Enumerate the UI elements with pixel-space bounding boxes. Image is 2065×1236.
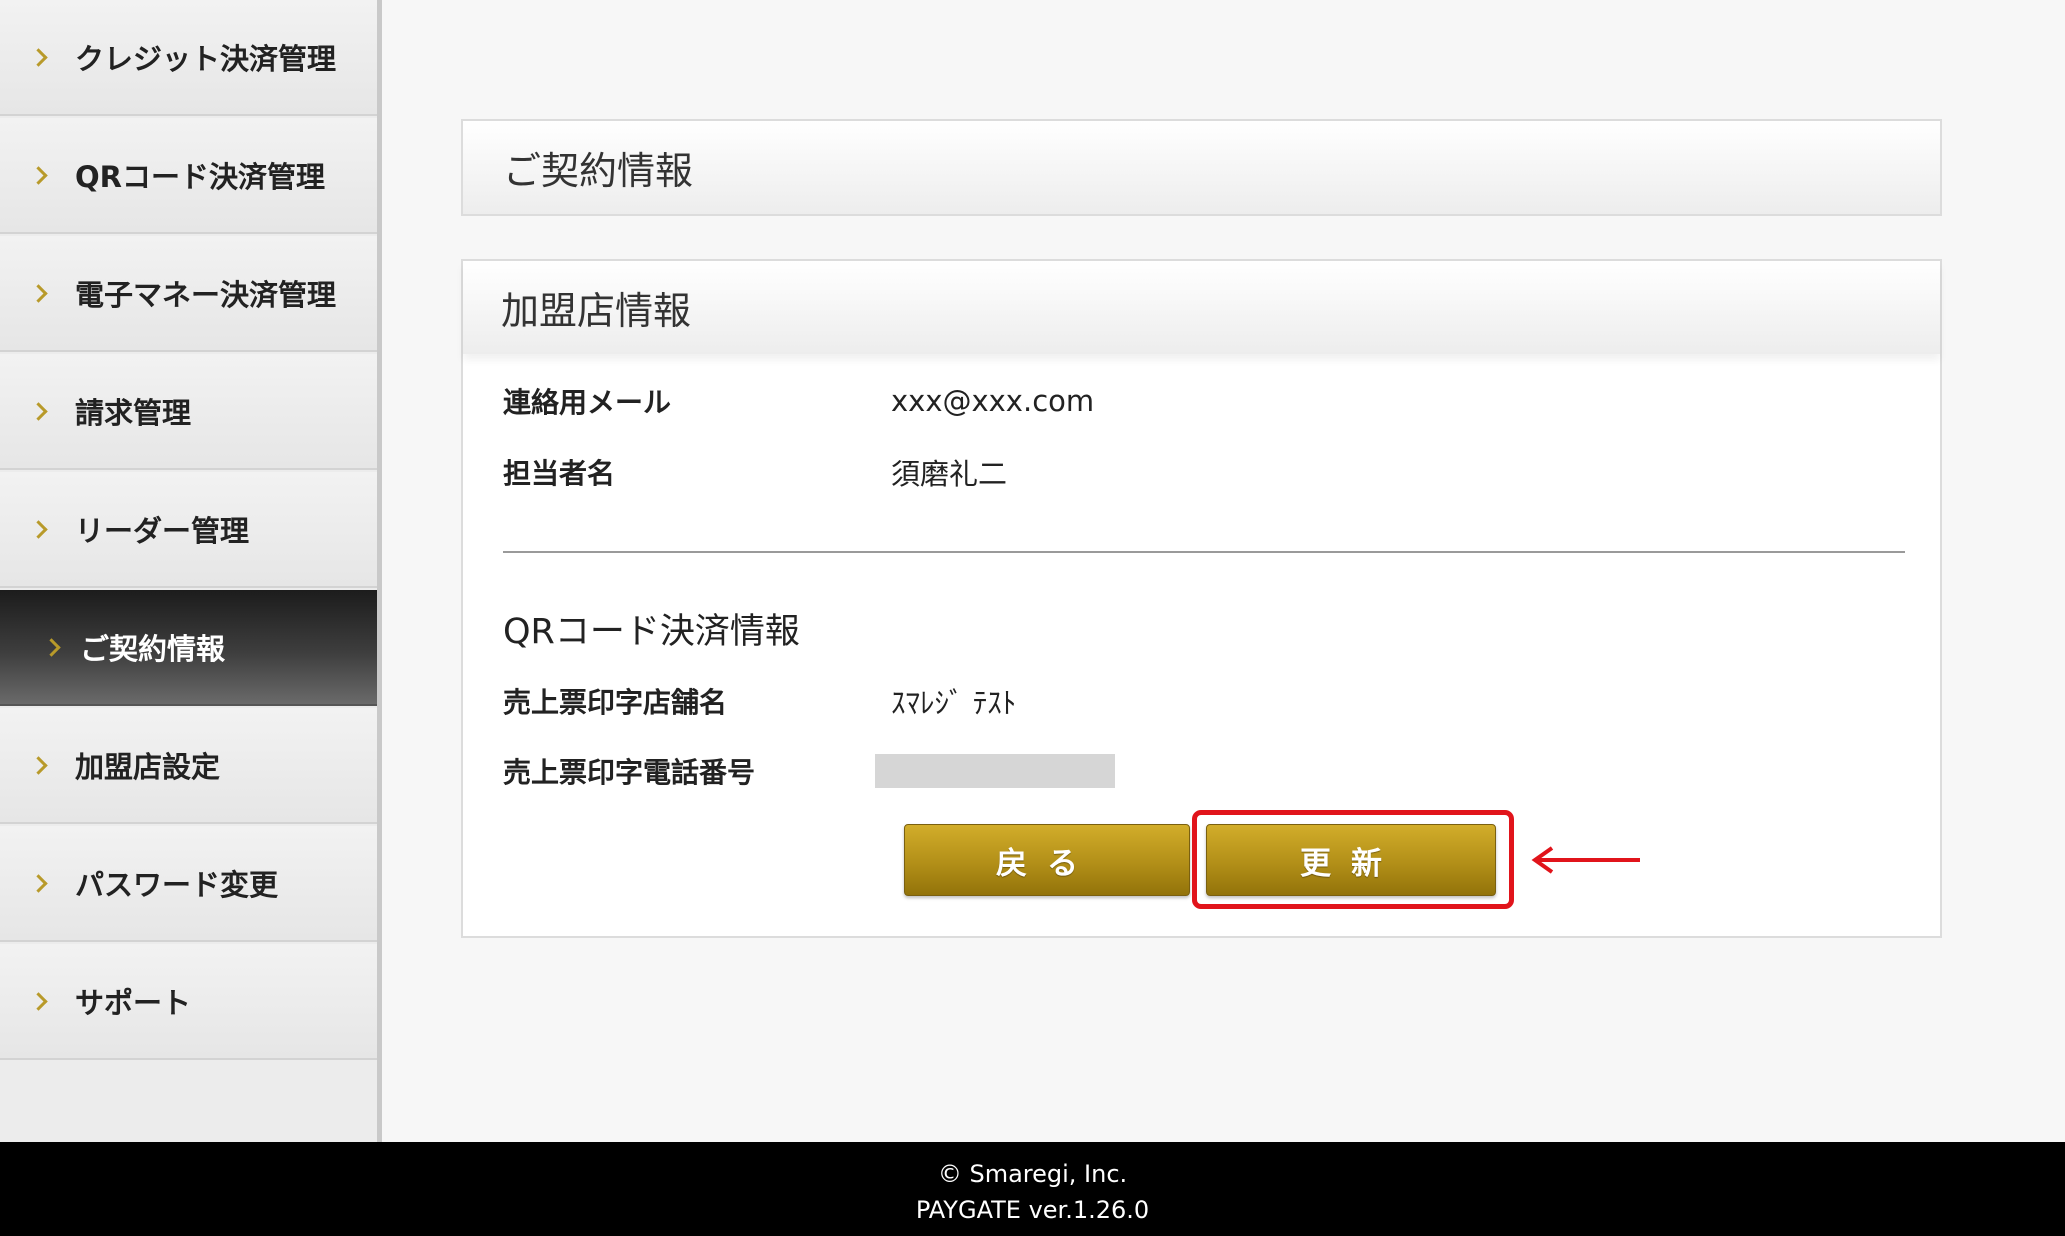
contact-email-row: 連絡用メール xxx@xxx.com	[503, 381, 1094, 421]
sidebar-item-qr-payment[interactable]: QRコード決済管理	[0, 118, 377, 234]
contract-info-panel: ご契約情報	[461, 119, 1942, 216]
sidebar-item-billing[interactable]: 請求管理	[0, 354, 377, 470]
sidebar-item-label: QRコード決済管理	[75, 160, 325, 194]
sidebar-item-label: クレジット決済管理	[75, 42, 337, 76]
field-label: 売上票印字電話番号	[503, 756, 756, 789]
panel-title: 加盟店情報	[463, 261, 1940, 354]
sidebar-item-support[interactable]: サポート	[0, 944, 377, 1060]
sidebar-item-label: リーダー管理	[75, 514, 250, 548]
field-label: 連絡用メール	[503, 386, 672, 419]
sidebar-item-label: サポート	[75, 986, 192, 1020]
section-title: QRコード決済情報	[503, 612, 800, 652]
version-text: PAYGATE ver.1.26.0	[915, 1196, 1150, 1224]
chevron-right-icon	[29, 755, 48, 775]
field-label: 担当者名	[503, 457, 616, 490]
sidebar-item-credit-payment[interactable]: クレジット決済管理	[0, 0, 377, 116]
sidebar-item-emoney-payment[interactable]: 電子マネー決済管理	[0, 236, 377, 352]
sidebar-item-password-change[interactable]: パスワード変更	[0, 826, 377, 942]
chevron-right-icon	[42, 637, 61, 657]
sidebar-item-label: ご契約情報	[80, 632, 226, 666]
highlight-box	[1192, 810, 1514, 909]
sidebar-item-label: 請求管理	[75, 396, 192, 430]
section-divider	[503, 551, 1905, 553]
field-label: 売上票印字店舗名	[503, 686, 728, 719]
sidebar-item-contract-info[interactable]: ご契約情報	[0, 590, 377, 706]
chevron-right-icon	[29, 47, 48, 67]
chevron-right-icon	[29, 165, 48, 185]
receipt-store-name-value: ｽﾏﾚｼﾞ ﾃｽﾄ	[891, 686, 1017, 720]
contact-person-row: 担当者名 須磨礼二	[503, 451, 1007, 493]
sidebar-item-label: パスワード変更	[75, 868, 279, 902]
chevron-right-icon	[29, 401, 48, 421]
receipt-store-name-row: 売上票印字店舗名 ｽﾏﾚｼﾞ ﾃｽﾄ	[503, 680, 1016, 722]
chevron-right-icon	[29, 519, 48, 539]
footer: © Smaregi, Inc. PAYGATE ver.1.26.0	[0, 1142, 2065, 1236]
contact-email-value: xxx@xxx.com	[891, 384, 1095, 418]
sidebar-item-merchant-settings[interactable]: 加盟店設定	[0, 708, 377, 824]
copyright-text: © Smaregi, Inc.	[937, 1160, 1128, 1188]
receipt-phone-row: 売上票印字電話番号	[503, 751, 1115, 791]
chevron-right-icon	[29, 873, 48, 893]
masked-phone-value	[875, 754, 1115, 788]
back-button[interactable]: 戻る	[904, 824, 1190, 896]
chevron-right-icon	[29, 991, 48, 1011]
left-arrow-icon	[1531, 846, 1640, 874]
chevron-right-icon	[29, 283, 48, 303]
sidebar-item-reader[interactable]: リーダー管理	[0, 472, 377, 588]
sidebar-item-label: 電子マネー決済管理	[75, 278, 337, 312]
page-title: ご契約情報	[463, 121, 1940, 214]
sidebar-nav: クレジット決済管理 QRコード決済管理 電子マネー決済管理 請求管理 リーダー管…	[0, 0, 382, 1142]
contact-person-value: 須磨礼二	[891, 457, 1008, 491]
sidebar-item-label: 加盟店設定	[75, 750, 221, 784]
